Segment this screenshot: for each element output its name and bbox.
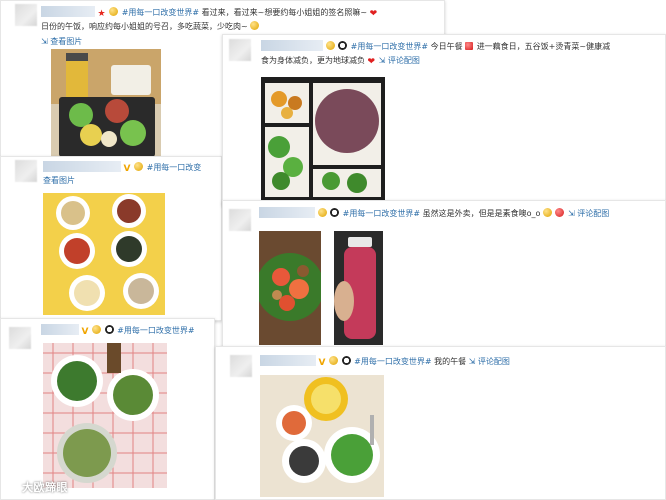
emoji-icon (542, 208, 552, 217)
comment-image-link[interactable]: 评论配图 (577, 209, 609, 218)
juice-bottle-photo (334, 231, 383, 345)
food-emoji-icon (465, 42, 474, 50)
post-photo[interactable] (43, 193, 165, 315)
link-icon: ⇲ (568, 209, 575, 218)
username-blur[interactable] (260, 355, 316, 366)
v-badge-icon: V (81, 327, 89, 337)
post-photo[interactable] (260, 375, 384, 497)
link-icon: ⇲ (378, 56, 386, 65)
post-header: #用每一口改变世界# 虽然这是外卖，但是是素食噢o_o ⇲ 评论配图 (259, 205, 609, 220)
heart-icon: ❤ (367, 57, 376, 67)
post-card-4: #用每一口改变世界# 今日午餐 进一藕食日，五谷饭+烫青菜~健康减 食为身体减负… (222, 34, 666, 206)
emoji-icon (250, 21, 260, 30)
username-blur[interactable] (259, 207, 315, 218)
avatar[interactable] (15, 160, 37, 182)
username-blur[interactable] (41, 324, 79, 335)
comment-image-link[interactable]: 评论配图 (478, 357, 510, 366)
post-header: V #用每一口改变世界# 我的午餐 ⇲ 评论配图 (260, 353, 510, 369)
panda-icon (338, 41, 348, 50)
post-header: V #用每一口改变 (43, 159, 201, 175)
view-image-link[interactable]: 查看图片 (43, 175, 75, 187)
emoji-icon (134, 162, 144, 171)
topic-tag[interactable]: #用每一口改变世界# (354, 357, 431, 366)
emoji-icon (317, 208, 327, 217)
username-blur[interactable] (43, 161, 121, 172)
post-text-2: 日份的午饭，响应约每小姐姐的号召，多吃蔬菜，少吃肉~ (41, 21, 260, 33)
post-card-6: V #用每一口改变世界# 我的午餐 ⇲ 评论配图 (215, 346, 666, 500)
heart-icon: ❤ (369, 9, 378, 19)
post-header: ★ #用每一口改变世界# 看过来，看过来~想要约每小姐姐的签名照嘛~ ❤ (41, 4, 378, 20)
post-text: 看过来，看过来~想要约每小姐姐的签名照嘛~ (201, 8, 368, 17)
post-text-2: 食为身体减负，更为地球减负 ❤ ⇲ 评论配图 (261, 56, 420, 67)
salad-photo (259, 231, 321, 345)
view-image-link[interactable]: ⇲ 查看图片 (41, 36, 82, 48)
avatar[interactable] (229, 39, 251, 61)
username-blur[interactable] (41, 6, 95, 17)
meal-plates-photo (260, 375, 384, 497)
username-blur[interactable] (261, 40, 323, 51)
dishes-photo (43, 193, 165, 315)
v-badge-icon: V (318, 358, 326, 368)
watermark: 大欧蹄眼 (5, 479, 68, 495)
panda-icon (341, 356, 351, 365)
link-icon: ⇲ (468, 357, 476, 366)
post-header: #用每一口改变世界# 今日午餐 进一藕食日，五谷饭+烫青菜~健康减 (261, 38, 610, 53)
avatar[interactable] (229, 209, 251, 231)
avatar[interactable] (230, 355, 252, 377)
v-badge-icon: V (123, 164, 131, 174)
greens-photo (43, 343, 167, 488)
post-header: V #用每一口改变世界# (41, 322, 195, 338)
post-card-3: V #用每一口改变世界# 大欧蹄眼 (0, 318, 215, 500)
lunch-box-photo (51, 49, 161, 161)
watermark-logo-icon (5, 482, 19, 493)
rice-bowl-photo (261, 77, 385, 202)
topic-tag[interactable]: #用每一口改变世界# (117, 326, 194, 335)
post-photo[interactable] (43, 343, 167, 488)
post-photo[interactable] (259, 231, 321, 345)
post-card-5: #用每一口改变世界# 虽然这是外卖，但是是素食噢o_o ⇲ 评论配图 (222, 200, 666, 350)
panda-icon (104, 325, 114, 334)
post-photo[interactable] (51, 49, 161, 161)
emoji-icon (329, 356, 339, 365)
emoji-icon (325, 41, 335, 50)
avatar[interactable] (9, 327, 31, 349)
avatar[interactable] (15, 4, 37, 26)
topic-tag[interactable]: #用每一口改变 (147, 163, 202, 172)
topic-tag[interactable]: #用每一口改变世界# (351, 42, 428, 51)
topic-tag[interactable]: #用每一口改变世界# (343, 209, 420, 218)
emoji-icon (92, 325, 102, 334)
post-card-2: V #用每一口改变 查看图片 (0, 156, 222, 321)
star-icon: ★ (97, 9, 106, 19)
emoji-icon (555, 208, 565, 217)
post-photo[interactable] (261, 77, 385, 202)
link-icon: ⇲ (41, 37, 51, 46)
emoji-icon (109, 7, 119, 16)
post-photo-2[interactable] (334, 231, 383, 345)
topic-tag[interactable]: #用每一口改变世界# (122, 8, 199, 17)
panda-icon (330, 208, 340, 217)
comment-image-link[interactable]: 评论配图 (388, 56, 420, 65)
